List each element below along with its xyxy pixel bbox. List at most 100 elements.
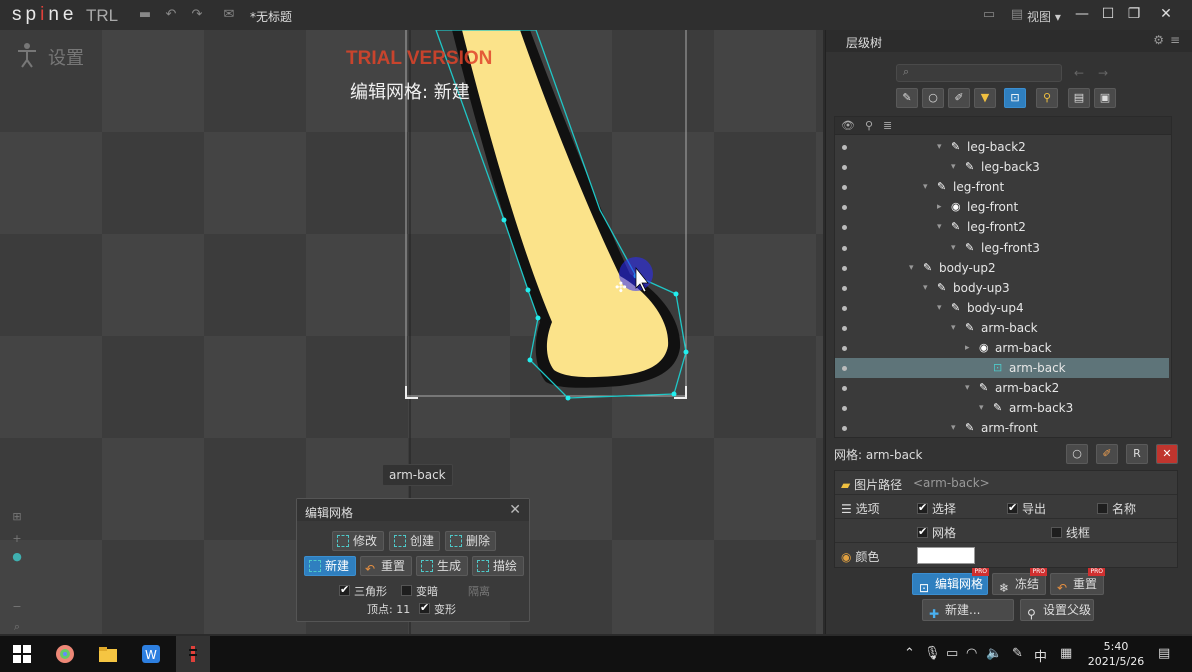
expand-toggle-icon[interactable]: ▸ xyxy=(965,338,970,358)
tree-row[interactable]: ⊡ arm-back xyxy=(835,358,1169,379)
rename-button[interactable]: R xyxy=(1126,444,1148,464)
expand-toggle-icon[interactable]: ▾ xyxy=(909,258,914,278)
tree-row[interactable]: ▾ ✎ body-up2 xyxy=(835,258,1169,278)
expand-toggle-icon[interactable]: ▾ xyxy=(951,318,956,338)
color-app-icon[interactable] xyxy=(55,644,75,664)
visibility-dot[interactable] xyxy=(842,325,847,331)
fit-icon[interactable]: ⊞ xyxy=(8,510,26,524)
collapse-button[interactable]: ▤ xyxy=(1068,88,1090,108)
editor-viewport[interactable]: ✣ 设置 TRIAL VERSION 编辑网格: 新建 arm-back ⊞ +… xyxy=(0,30,823,634)
zoom-out-icon[interactable]: − xyxy=(8,600,26,614)
visibility-dot[interactable] xyxy=(842,305,847,311)
freeze-button[interactable]: ❄ 冻结 PRO xyxy=(992,568,1047,595)
redo-icon[interactable]: ↷ xyxy=(190,8,204,22)
deform-checkbox[interactable]: 变形 xyxy=(419,601,456,617)
zoom-slider-handle[interactable]: ● xyxy=(8,550,26,564)
battery-icon[interactable]: ▭ xyxy=(946,646,958,661)
delete-mesh-button[interactable]: ✕ xyxy=(1156,444,1178,464)
slot-button[interactable]: ○ xyxy=(1066,444,1088,464)
view-icon[interactable]: ▤ xyxy=(1010,8,1024,22)
search-next-icon[interactable]: → xyxy=(1098,66,1108,80)
file-explorer-icon[interactable] xyxy=(98,644,118,664)
bone-filter-button[interactable]: ✎ xyxy=(896,88,918,108)
delete-button[interactable]: 删除 xyxy=(445,531,496,551)
tree-row[interactable]: ▾ ✎ arm-front xyxy=(835,418,1169,437)
visibility-dot[interactable] xyxy=(842,165,847,171)
expand-toggle-icon[interactable]: ▾ xyxy=(951,157,956,177)
expand-button[interactable]: ▣ xyxy=(1094,88,1116,108)
visibility-dot[interactable] xyxy=(842,225,847,231)
pen-icon[interactable]: ✎ xyxy=(1012,646,1023,661)
tree-row[interactable]: ▾ ✎ leg-front2 xyxy=(835,217,1169,237)
visibility-dot[interactable] xyxy=(842,205,847,211)
attachment-filter-button[interactable]: ✐ xyxy=(948,88,970,108)
dim-checkbox[interactable]: 变暗 xyxy=(401,583,438,599)
tree-row[interactable]: ▾ ✎ leg-front3 xyxy=(835,238,1169,258)
close-icon[interactable]: ✕ xyxy=(509,502,521,518)
close-button[interactable]: ✕ xyxy=(1153,3,1179,25)
restore-button[interactable]: ❐ xyxy=(1121,3,1147,25)
search-prev-icon[interactable]: ← xyxy=(1074,66,1084,80)
constraint-filter-button[interactable]: ▼ xyxy=(974,88,996,108)
triangles-checkbox[interactable]: 三角形 xyxy=(339,583,387,599)
zoom-in-icon[interactable]: + xyxy=(8,532,26,546)
search-input[interactable]: ⌕ xyxy=(896,64,1062,82)
settings-label[interactable]: 设置 xyxy=(48,44,84,70)
spine-task-active[interactable] xyxy=(176,636,210,672)
visibility-dot[interactable] xyxy=(842,185,847,191)
triangles-check[interactable] xyxy=(339,583,350,596)
weights-button[interactable]: ✐ xyxy=(1096,444,1118,464)
trace-button[interactable]: 描绘 xyxy=(472,556,524,576)
reset-button[interactable]: ↶ 重置 xyxy=(360,556,412,576)
new-attachment-button[interactable]: ✚ 新建... xyxy=(922,599,1014,621)
tree-row[interactable]: ▸ ◉ leg-front xyxy=(835,197,1169,217)
keyboard-icon[interactable]: ▦ xyxy=(1060,646,1072,661)
expand-toggle-icon[interactable]: ▾ xyxy=(937,137,942,157)
visibility-dot[interactable] xyxy=(842,366,847,372)
visibility-dot[interactable] xyxy=(842,285,847,291)
visibility-dot[interactable] xyxy=(842,346,847,351)
wireframe-checkbox[interactable]: 线框 xyxy=(1051,524,1090,541)
open-folder-icon[interactable]: ▬ xyxy=(138,8,152,22)
wifi-icon[interactable]: ◠ xyxy=(966,646,977,661)
minimize-button[interactable]: — xyxy=(1069,3,1095,25)
name-checkbox[interactable]: 名称 xyxy=(1097,500,1136,517)
notification-icon[interactable]: ▤ xyxy=(1158,646,1170,661)
magnifier-icon[interactable]: ⌕ xyxy=(8,620,26,634)
select-check[interactable] xyxy=(917,501,928,514)
windows-start-icon[interactable] xyxy=(12,644,32,664)
expand-toggle-icon[interactable]: ▾ xyxy=(923,278,928,298)
export-check[interactable] xyxy=(1007,501,1018,514)
envelope-icon[interactable]: ✉ xyxy=(222,8,236,22)
panel-settings-icon[interactable]: ⚙≡ xyxy=(1153,33,1186,47)
reset-mesh-button[interactable]: ↶ 重置 PRO xyxy=(1050,568,1105,595)
tree-row[interactable]: ▸ ◉ arm-back xyxy=(835,338,1169,358)
hierarchy-tree[interactable]: 👁⚲≣ ▾ ✎ leg-back2 ▾ ✎ leg-back3 ▾ ✎ leg-front ▸ ◉ l… xyxy=(834,116,1172,438)
name-check[interactable] xyxy=(1097,503,1108,514)
tree-row[interactable]: ▾ ✎ body-up3 xyxy=(835,278,1169,298)
tree-row[interactable]: ▾ ✎ leg-back3 xyxy=(835,157,1169,177)
edit-mesh-button[interactable]: ⊡ 编辑网格 PRO xyxy=(912,568,989,595)
expand-toggle-icon[interactable]: ▾ xyxy=(937,217,942,237)
dim-check[interactable] xyxy=(401,585,412,596)
tray-chevron-icon[interactable]: ⌃ xyxy=(904,646,915,661)
key-filter-button[interactable]: ⚲ xyxy=(1036,88,1058,108)
visibility-dot[interactable] xyxy=(842,145,847,150)
tree-row[interactable]: ▾ ✎ leg-front xyxy=(835,177,1169,197)
mesh-check[interactable] xyxy=(917,525,928,538)
color-swatch[interactable] xyxy=(917,547,975,564)
visibility-dot[interactable] xyxy=(842,386,847,392)
system-clock[interactable]: 5:40 2021/5/26 xyxy=(1086,639,1146,669)
tree-row[interactable]: ▾ ✎ body-up4 xyxy=(835,298,1169,318)
new-button[interactable]: 新建 xyxy=(304,556,356,576)
set-parent-button[interactable]: ⚲ 设置父级 xyxy=(1020,599,1094,621)
view-menu[interactable]: 视图 ▾ xyxy=(1027,8,1061,25)
expand-toggle-icon[interactable]: ▾ xyxy=(937,298,942,318)
visibility-dot[interactable] xyxy=(842,406,847,412)
expand-toggle-icon[interactable]: ▸ xyxy=(937,197,942,217)
visibility-dot[interactable] xyxy=(842,426,847,432)
maximize-button[interactable]: ☐ xyxy=(1095,3,1121,25)
tree-row[interactable]: ▾ ✎ leg-back2 xyxy=(835,137,1169,157)
wireframe-check[interactable] xyxy=(1051,527,1062,538)
tree-row[interactable]: ▾ ✎ arm-back3 xyxy=(835,398,1169,418)
